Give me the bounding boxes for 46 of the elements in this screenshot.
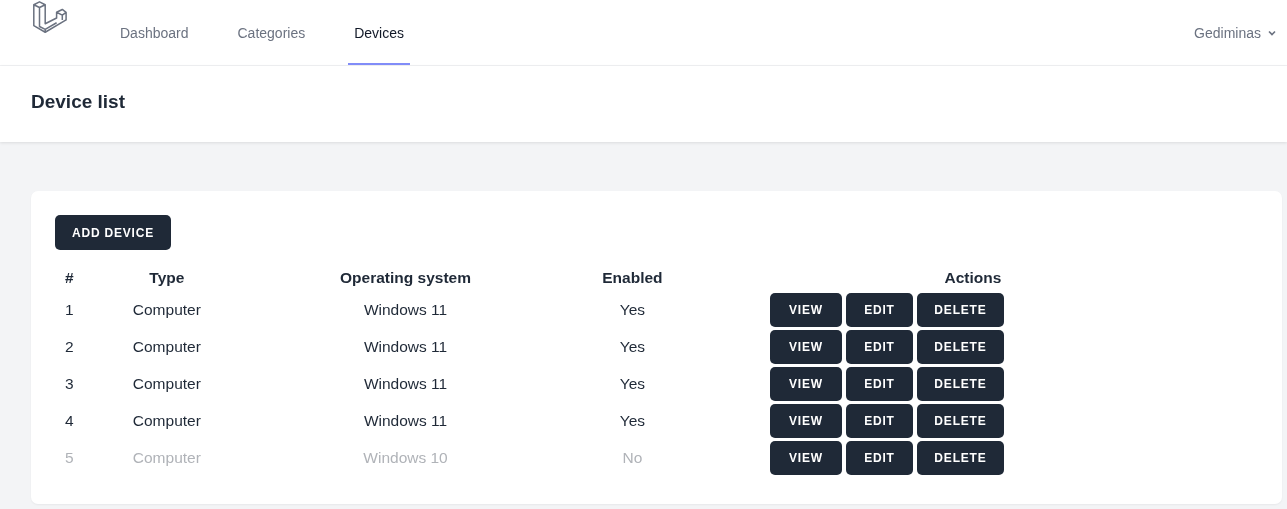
table-cell: Yes [619, 337, 646, 355]
chevron-down-icon [1267, 28, 1277, 38]
action-button[interactable]: EDIT [845, 440, 913, 475]
action-button[interactable]: DELETE [916, 440, 1004, 475]
nav-link[interactable]: Dashboard [114, 0, 195, 65]
action-button[interactable]: DELETE [916, 403, 1004, 438]
table-cell: 5 [65, 448, 74, 466]
column-header: Actions [944, 269, 1002, 286]
column-header: Enabled [602, 269, 663, 286]
table-cell: Yes [619, 374, 646, 392]
table-cell: 1 [65, 300, 74, 318]
user-menu[interactable]: Gediminas [1194, 25, 1277, 41]
table-cell: 2 [65, 337, 74, 355]
table-cell: Computer [132, 374, 201, 392]
column-header: # [65, 269, 74, 286]
action-button[interactable]: EDIT [845, 366, 913, 401]
action-button[interactable]: VIEW [769, 403, 842, 438]
table-cell: Windows 11 [363, 411, 448, 429]
table-cell: Windows 11 [363, 374, 448, 392]
add-device-button[interactable]: ADD DEVICE [55, 215, 171, 250]
table-cell: Computer [132, 300, 201, 318]
action-button[interactable]: VIEW [769, 440, 842, 475]
action-button[interactable]: VIEW [769, 292, 842, 327]
table-cell: 3 [65, 374, 74, 392]
table-cell: 4 [65, 411, 74, 429]
action-button[interactable]: DELETE [916, 292, 1004, 327]
column-header: Operating system [340, 269, 471, 286]
table-cell: Windows 10 [363, 448, 448, 466]
action-button[interactable]: EDIT [845, 329, 913, 364]
table-cell: Windows 11 [363, 300, 448, 318]
action-button[interactable]: VIEW [769, 366, 842, 401]
table-cell: Windows 11 [363, 337, 448, 355]
table-cell: Computer [132, 448, 201, 466]
page-title: Device list [31, 91, 125, 113]
column-header: Type [149, 269, 185, 286]
action-button[interactable]: EDIT [845, 292, 913, 327]
action-button[interactable]: DELETE [916, 366, 1004, 401]
action-button[interactable]: EDIT [845, 403, 913, 438]
table-cell: No [622, 448, 643, 466]
table-cell: Yes [619, 411, 646, 429]
action-button[interactable]: DELETE [916, 329, 1004, 364]
action-button[interactable]: VIEW [769, 329, 842, 364]
table-cell: Computer [132, 337, 201, 355]
table-cell: Yes [619, 300, 646, 318]
nav-link[interactable]: Categories [231, 0, 312, 65]
table-cell: Computer [132, 411, 201, 429]
